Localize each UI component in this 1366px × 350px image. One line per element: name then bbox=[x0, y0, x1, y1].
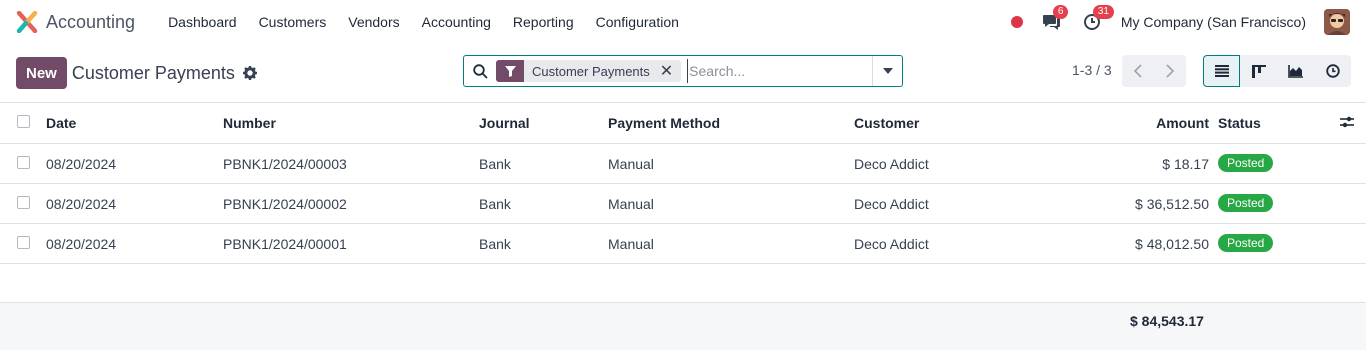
cell-customer: Deco Addict bbox=[854, 183, 1104, 224]
control-panel: New Customer Payments Customer Payments bbox=[0, 44, 1366, 102]
pager-buttons bbox=[1122, 55, 1186, 87]
chevron-left-icon bbox=[1134, 64, 1142, 78]
status-dot-icon[interactable] bbox=[1010, 16, 1023, 28]
messages-button[interactable]: 6 bbox=[1041, 5, 1069, 33]
caret-down-icon bbox=[882, 68, 893, 74]
view-switcher bbox=[1203, 55, 1351, 87]
optional-columns-toggle[interactable] bbox=[1319, 102, 1366, 144]
status-badge: Posted bbox=[1218, 233, 1274, 252]
table-row[interactable]: 08/20/2024 PBNK1/2024/00002 Bank Manual … bbox=[0, 183, 1366, 224]
table-row[interactable]: 08/20/2024 PBNK1/2024/00001 Bank Manual … bbox=[0, 223, 1366, 264]
pager-next-button[interactable] bbox=[1154, 55, 1186, 87]
menu-configuration[interactable]: Configuration bbox=[585, 14, 690, 30]
column-header-status[interactable]: Status bbox=[1213, 102, 1320, 144]
cell-number: PBNK1/2024/00003 bbox=[223, 143, 479, 184]
payments-table: Date Number Journal Payment Method Custo… bbox=[0, 102, 1366, 264]
kanban-icon bbox=[1251, 64, 1266, 78]
cell-amount: $ 48,012.50 bbox=[1104, 223, 1213, 264]
accounting-logo-icon bbox=[16, 10, 38, 34]
chevron-right-icon bbox=[1166, 64, 1174, 78]
list-view-button[interactable] bbox=[1203, 55, 1240, 87]
cell-customer: Deco Addict bbox=[854, 143, 1104, 184]
cell-amount: $ 36,512.50 bbox=[1104, 183, 1213, 224]
cell-number: PBNK1/2024/00001 bbox=[223, 223, 479, 264]
search-options-toggle[interactable] bbox=[872, 56, 902, 86]
list-icon bbox=[1214, 65, 1229, 77]
menu-vendors[interactable]: Vendors bbox=[337, 14, 410, 30]
kanban-view-button[interactable] bbox=[1240, 55, 1277, 87]
cell-date: 08/20/2024 bbox=[46, 183, 223, 224]
search-facet: Customer Payments ✕ bbox=[496, 60, 682, 82]
column-header-date[interactable]: Date bbox=[46, 102, 223, 144]
column-header-number[interactable]: Number bbox=[223, 102, 479, 144]
messages-badge: 6 bbox=[1052, 5, 1069, 19]
remove-facet-icon[interactable]: ✕ bbox=[658, 61, 681, 81]
select-all-checkbox[interactable] bbox=[17, 115, 30, 128]
search-icon[interactable] bbox=[464, 63, 496, 79]
list-view: Date Number Journal Payment Method Custo… bbox=[0, 102, 1366, 264]
clock-icon bbox=[1325, 64, 1340, 78]
column-header-customer[interactable]: Customer bbox=[854, 102, 1104, 144]
search-bar: Customer Payments ✕ bbox=[463, 55, 903, 87]
menu-dashboard[interactable]: Dashboard bbox=[157, 14, 248, 30]
menu-customers[interactable]: Customers bbox=[248, 14, 338, 30]
table-header-row: Date Number Journal Payment Method Custo… bbox=[0, 102, 1366, 144]
cell-amount: $ 18.17 bbox=[1104, 143, 1213, 184]
menu-reporting[interactable]: Reporting bbox=[502, 14, 585, 30]
user-avatar[interactable] bbox=[1324, 9, 1350, 35]
table-row[interactable]: 08/20/2024 PBNK1/2024/00003 Bank Manual … bbox=[0, 143, 1366, 184]
column-header-journal[interactable]: Journal bbox=[479, 102, 608, 144]
cell-journal: Bank bbox=[479, 223, 608, 264]
cell-payment-method: Manual bbox=[608, 223, 854, 264]
navbar-systray: 6 31 My Company (San Francisco) bbox=[1010, 5, 1350, 35]
cell-payment-method: Manual bbox=[608, 183, 854, 224]
status-badge: Posted bbox=[1218, 153, 1274, 172]
cell-journal: Bank bbox=[479, 143, 608, 184]
graph-view-button[interactable] bbox=[1277, 55, 1314, 87]
app-brand[interactable]: Accounting bbox=[16, 10, 136, 34]
top-navbar: Accounting Dashboard Customers Vendors A… bbox=[0, 0, 1366, 44]
amount-total: $ 84,543.17 bbox=[1130, 313, 1204, 329]
status-badge: Posted bbox=[1218, 193, 1274, 212]
cell-journal: Bank bbox=[479, 183, 608, 224]
app-name: Accounting bbox=[46, 11, 136, 32]
cell-date: 08/20/2024 bbox=[46, 143, 223, 184]
pager-previous-button[interactable] bbox=[1122, 55, 1154, 87]
column-header-amount[interactable]: Amount bbox=[1104, 102, 1213, 144]
row-checkbox[interactable] bbox=[17, 235, 30, 249]
row-checkbox[interactable] bbox=[17, 155, 30, 169]
cell-customer: Deco Addict bbox=[854, 223, 1104, 264]
cell-payment-method: Manual bbox=[608, 143, 854, 184]
area-chart-icon bbox=[1288, 64, 1303, 78]
gear-icon[interactable] bbox=[242, 66, 257, 80]
activities-button[interactable]: 31 bbox=[1081, 5, 1114, 33]
activities-badge: 31 bbox=[1092, 5, 1114, 19]
activity-view-button[interactable] bbox=[1314, 55, 1351, 87]
filter-icon bbox=[496, 60, 524, 82]
page-title: Customer Payments bbox=[71, 62, 235, 83]
cell-number: PBNK1/2024/00002 bbox=[223, 183, 479, 224]
main-menu: Dashboard Customers Vendors Accounting R… bbox=[157, 14, 690, 30]
sliders-icon bbox=[1340, 116, 1354, 127]
row-checkbox[interactable] bbox=[17, 195, 30, 209]
menu-accounting[interactable]: Accounting bbox=[411, 14, 502, 30]
new-button[interactable]: New bbox=[16, 57, 67, 89]
pager-value[interactable]: 1-3 / 3 bbox=[1072, 62, 1112, 78]
column-header-payment-method[interactable]: Payment Method bbox=[608, 102, 854, 144]
facet-label: Customer Payments bbox=[532, 63, 650, 79]
company-switcher[interactable]: My Company (San Francisco) bbox=[1121, 14, 1306, 30]
search-input[interactable] bbox=[687, 59, 872, 83]
cell-date: 08/20/2024 bbox=[46, 223, 223, 264]
